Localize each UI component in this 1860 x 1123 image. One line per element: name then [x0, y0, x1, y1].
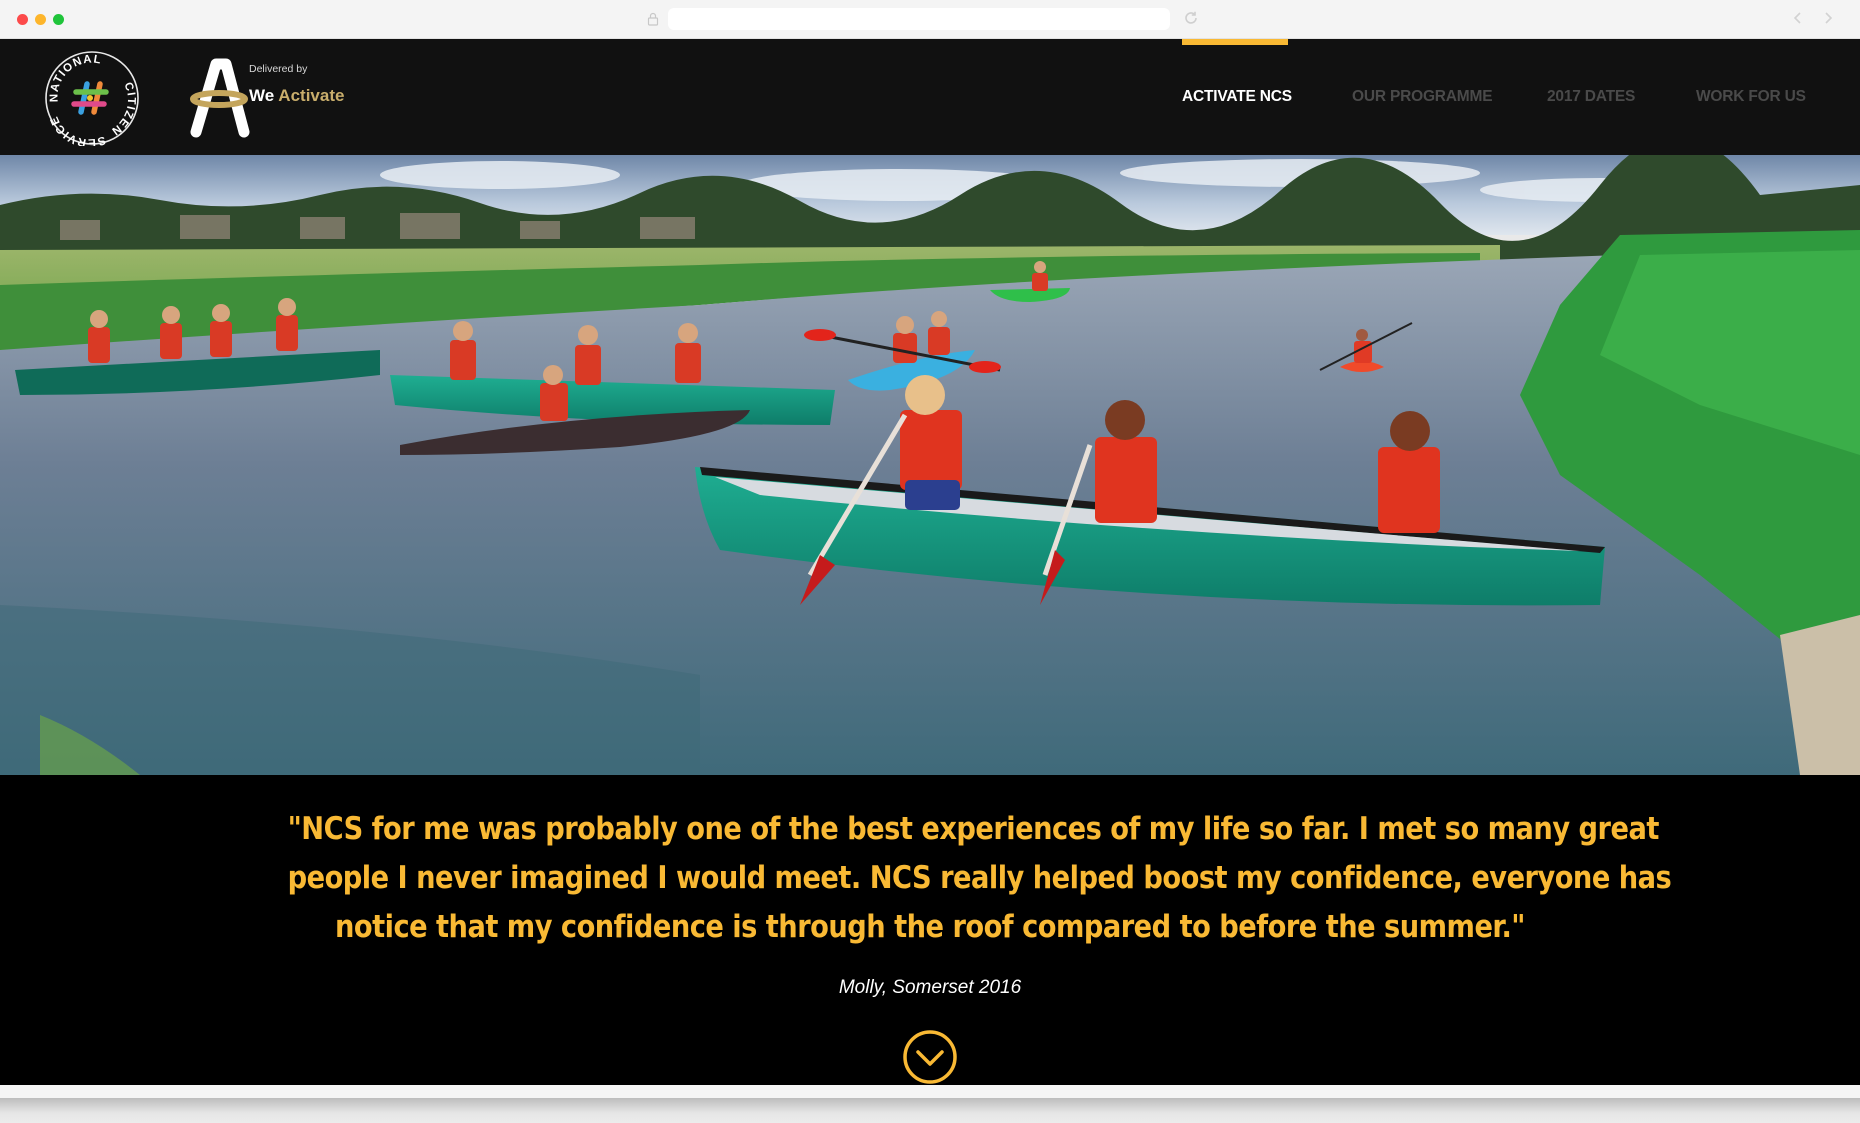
hero-image	[0, 155, 1860, 775]
browser-chrome	[0, 0, 1860, 39]
testimonial-section: "NCS for me was probably one of the best…	[0, 775, 1860, 1085]
brand-we: We	[249, 86, 275, 105]
we-activate-logo-icon[interactable]	[186, 56, 250, 138]
brand-activate: Activate	[278, 86, 345, 105]
hero-illustration	[0, 155, 1860, 775]
address-bar[interactable]	[668, 8, 1170, 30]
lock-icon	[647, 12, 659, 26]
scroll-down-chevron-icon[interactable]	[902, 1029, 958, 1085]
delivered-by-label: Delivered by	[249, 63, 308, 75]
nav-work-for-us[interactable]: WORK FOR US	[1696, 88, 1806, 106]
testimonial-quote: "NCS for me was probably one of the best…	[287, 805, 1672, 952]
page-bottom-bar	[0, 1085, 1860, 1098]
quote-line: notice that my confidence is through the…	[335, 909, 1526, 945]
minimize-window-button[interactable]	[35, 14, 46, 25]
quote-line: "NCS for me was probably one of the best…	[287, 811, 1660, 847]
active-nav-indicator	[1182, 39, 1288, 45]
nav-our-programme[interactable]: OUR PROGRAMME	[1352, 88, 1493, 106]
ncs-logo[interactable]: NATIONAL CITIZEN SERVICE	[44, 50, 140, 146]
close-window-button[interactable]	[17, 14, 28, 25]
testimonial-attribution: Molly, Somerset 2016	[838, 977, 1022, 998]
nav-2017-dates[interactable]: 2017 DATES	[1547, 88, 1635, 106]
forward-arrow-icon[interactable]	[1822, 11, 1834, 25]
back-arrow-icon[interactable]	[1792, 11, 1804, 25]
window-shadow	[0, 1098, 1860, 1123]
reload-icon[interactable]	[1183, 10, 1199, 26]
nav-activate-ncs[interactable]: ACTIVATE NCS	[1182, 88, 1292, 106]
maximize-window-button[interactable]	[53, 14, 64, 25]
quote-line: people I never imagined I would meet. NC…	[287, 860, 1672, 896]
brand-name[interactable]: We Activate	[249, 86, 344, 106]
